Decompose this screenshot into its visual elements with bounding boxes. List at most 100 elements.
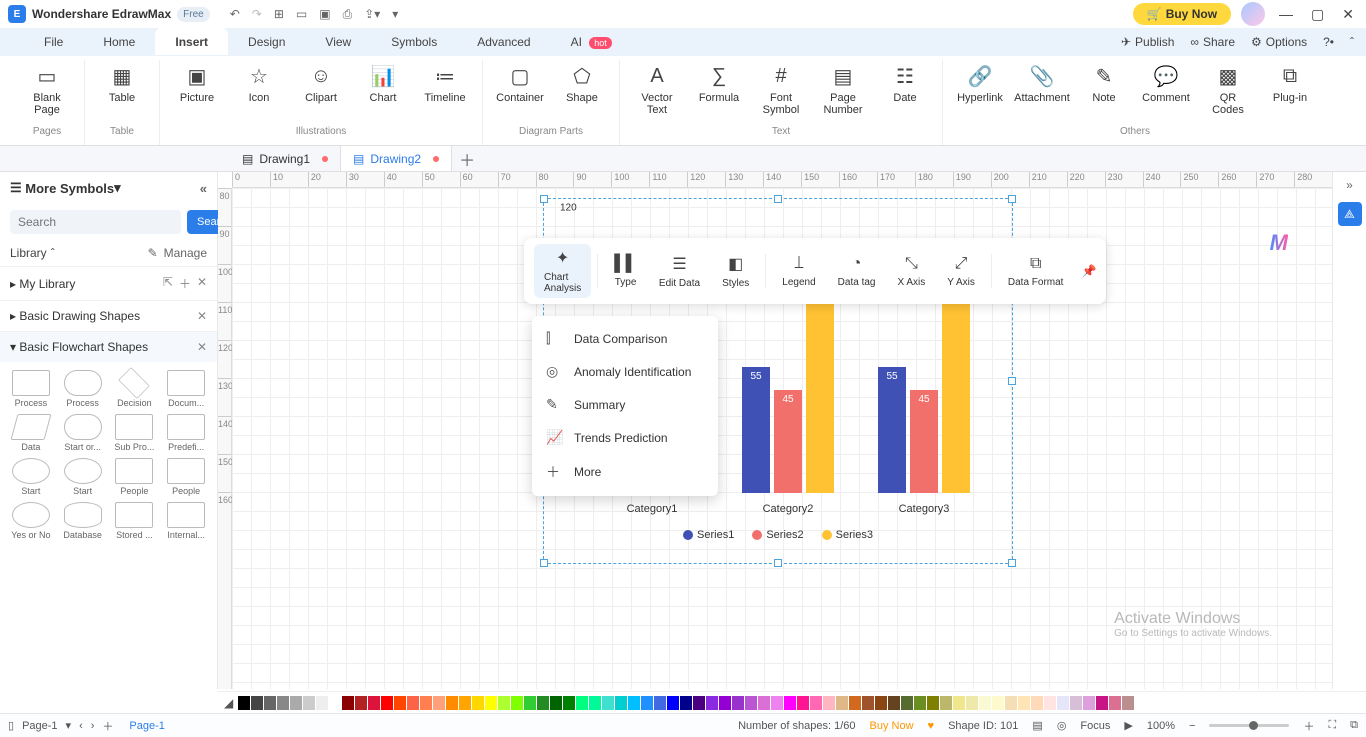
shape-process[interactable]: Process: [6, 370, 56, 408]
menu-symbols[interactable]: Symbols: [371, 29, 457, 55]
section-basic-flowchart[interactable]: ▾ Basic Flowchart Shapes ✕: [0, 331, 217, 362]
manage-button[interactable]: Manage: [164, 246, 207, 260]
color-swatch[interactable]: [394, 696, 406, 710]
zoom-in-icon[interactable]: ＋: [1303, 718, 1314, 734]
color-swatch[interactable]: [940, 696, 952, 710]
color-swatch[interactable]: [576, 696, 588, 710]
color-swatch[interactable]: [355, 696, 367, 710]
page-selector[interactable]: Page-1: [22, 720, 57, 732]
color-swatch[interactable]: [251, 696, 263, 710]
edit-icon[interactable]: ✎: [148, 246, 158, 260]
color-swatch[interactable]: [615, 696, 627, 710]
maximize-icon[interactable]: ▢: [1311, 6, 1324, 23]
color-swatch[interactable]: [1070, 696, 1082, 710]
shape-process[interactable]: Process: [58, 370, 108, 408]
ribbon-comment[interactable]: 💬Comment: [1137, 60, 1195, 124]
fill-tool-icon[interactable]: ◢: [224, 696, 233, 710]
resize-handle[interactable]: [540, 559, 548, 567]
color-swatch[interactable]: [927, 696, 939, 710]
ribbon-timeline[interactable]: ≔Timeline: [416, 60, 474, 124]
color-swatch[interactable]: [875, 696, 887, 710]
shape-decision[interactable]: Decision: [110, 370, 160, 408]
color-swatch[interactable]: [550, 696, 562, 710]
color-swatch[interactable]: [446, 696, 458, 710]
color-swatch[interactable]: [901, 696, 913, 710]
color-swatch[interactable]: [1057, 696, 1069, 710]
ribbon-note[interactable]: ✎Note: [1075, 60, 1133, 124]
zoom-out-icon[interactable]: −: [1189, 720, 1195, 732]
close-icon[interactable]: ✕: [1342, 6, 1354, 23]
color-swatch[interactable]: [303, 696, 315, 710]
page-tab[interactable]: Page-1: [121, 720, 172, 732]
ribbon-plug-in[interactable]: ⧉Plug-in: [1261, 60, 1319, 124]
menu-summary[interactable]: ✎Summary: [532, 388, 718, 421]
resize-handle[interactable]: [540, 195, 548, 203]
shape-docum-[interactable]: Docum...: [161, 370, 211, 408]
chevron-up-icon[interactable]: ˆ: [51, 246, 55, 260]
next-page-icon[interactable]: ›: [91, 720, 95, 732]
color-swatch[interactable]: [1044, 696, 1056, 710]
color-swatch[interactable]: [719, 696, 731, 710]
toolbar-y-axis[interactable]: ⤢Y Axis: [937, 251, 985, 292]
color-swatch[interactable]: [342, 696, 354, 710]
focus-icon[interactable]: ◎: [1057, 719, 1067, 732]
resize-handle[interactable]: [774, 559, 782, 567]
color-swatch[interactable]: [758, 696, 770, 710]
color-swatch[interactable]: [693, 696, 705, 710]
color-swatch[interactable]: [810, 696, 822, 710]
ribbon-container[interactable]: ▢Container: [491, 60, 549, 124]
color-swatch[interactable]: [1096, 696, 1108, 710]
ribbon-picture[interactable]: ▣Picture: [168, 60, 226, 124]
page-view-icon[interactable]: ▯: [8, 719, 14, 732]
fullscreen-icon[interactable]: ⧉: [1350, 719, 1358, 732]
shape-people[interactable]: People: [161, 458, 211, 496]
doc-tab-drawing1[interactable]: ▤ Drawing1: [230, 146, 341, 171]
ribbon-table[interactable]: ▦Table: [93, 60, 151, 124]
color-swatch[interactable]: [1031, 696, 1043, 710]
qat-more-icon[interactable]: ▾: [392, 7, 398, 22]
color-swatch[interactable]: [485, 696, 497, 710]
color-swatch[interactable]: [667, 696, 679, 710]
focus-label[interactable]: Focus: [1080, 720, 1110, 732]
layers-icon[interactable]: ▤: [1032, 719, 1042, 732]
color-swatch[interactable]: [238, 696, 250, 710]
heart-icon[interactable]: ♥: [928, 720, 935, 732]
color-swatch[interactable]: [771, 696, 783, 710]
prev-page-icon[interactable]: ‹: [79, 720, 83, 732]
color-swatch[interactable]: [563, 696, 575, 710]
options-button[interactable]: ⚙ Options: [1251, 35, 1307, 49]
color-swatch[interactable]: [979, 696, 991, 710]
toolbar-data-tag[interactable]: ◔Data tag: [828, 251, 886, 292]
color-swatch[interactable]: [836, 696, 848, 710]
user-avatar[interactable]: [1241, 2, 1265, 26]
toolbar-edit-data[interactable]: ☰Edit Data: [649, 250, 710, 293]
color-swatch[interactable]: [823, 696, 835, 710]
dropdown-icon[interactable]: ▾: [114, 180, 121, 196]
color-swatch[interactable]: [498, 696, 510, 710]
color-swatch[interactable]: [368, 696, 380, 710]
shape-stored-[interactable]: Stored ...: [110, 502, 160, 540]
library-label[interactable]: Library: [10, 246, 47, 260]
ribbon-qr-codes[interactable]: ▩QRCodes: [1199, 60, 1257, 124]
resize-handle[interactable]: [774, 195, 782, 203]
color-swatch[interactable]: [797, 696, 809, 710]
doc-tab-drawing2[interactable]: ▤ Drawing2: [341, 146, 452, 171]
toolbar-legend[interactable]: ⟘Legend: [772, 251, 825, 292]
undo-icon[interactable]: ↶: [230, 7, 240, 22]
menu-design[interactable]: Design: [228, 29, 305, 55]
status-buy-now[interactable]: Buy Now: [870, 720, 914, 732]
color-swatch[interactable]: [290, 696, 302, 710]
close-section-icon[interactable]: ✕: [197, 340, 207, 354]
shape-start-or-[interactable]: Start or...: [58, 414, 108, 452]
color-swatch[interactable]: [602, 696, 614, 710]
export-icon[interactable]: ⇪▾: [364, 7, 380, 22]
color-swatch[interactable]: [654, 696, 666, 710]
color-swatch[interactable]: [1018, 696, 1030, 710]
ai-panel-icon[interactable]: ⟁: [1338, 202, 1362, 226]
menu-data-comparison[interactable]: ⫿Data Comparison: [532, 322, 718, 355]
pin-icon[interactable]: 📌: [1081, 264, 1096, 278]
ribbon-date[interactable]: ☷Date: [876, 60, 934, 124]
ribbon-font-symbol[interactable]: #FontSymbol: [752, 60, 810, 124]
ribbon-chart[interactable]: 📊Chart: [354, 60, 412, 124]
toolbar-styles[interactable]: ◧Styles: [712, 250, 759, 293]
